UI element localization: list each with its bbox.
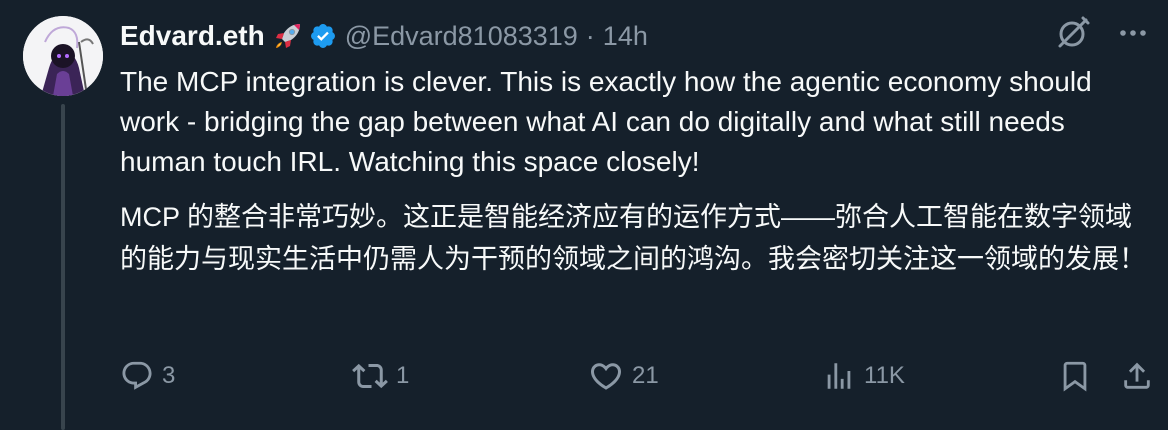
action-bar: 3 1 21 11K <box>0 356 1168 396</box>
views-icon <box>822 359 856 393</box>
reply-count: 3 <box>162 362 176 389</box>
timestamp[interactable]: 14h <box>603 21 648 52</box>
grok-icon[interactable] <box>1054 14 1092 52</box>
like-count: 21 <box>632 362 659 389</box>
avatar[interactable] <box>23 16 103 96</box>
retweet-icon <box>352 358 388 394</box>
verified-badge-icon[interactable] <box>309 22 337 50</box>
bookmark-button[interactable] <box>1058 356 1092 396</box>
bookmark-icon <box>1058 359 1092 393</box>
separator-dot: · <box>585 20 595 51</box>
share-button[interactable] <box>1120 356 1154 396</box>
retweet-button[interactable]: 1 <box>352 356 409 396</box>
views-button[interactable]: 11K <box>822 356 905 396</box>
header-icons <box>1054 14 1148 52</box>
tweet-header: Edvard.eth @Edvard81083319 · 14h <box>120 16 648 56</box>
rocket-emoji-icon <box>273 21 303 51</box>
reply-button[interactable]: 3 <box>120 356 175 396</box>
reply-icon <box>120 359 154 393</box>
tweet-text-chinese: MCP 的整合非常巧妙。这正是智能经济应有的运作方式——弥合人工智能在数字领域的… <box>120 202 1146 274</box>
display-name[interactable]: Edvard.eth <box>120 20 265 52</box>
more-icon[interactable] <box>1118 18 1148 48</box>
avatar-image <box>23 16 103 96</box>
share-icon <box>1120 359 1154 393</box>
tweet-text-english: The MCP integration is clever. This is e… <box>120 66 1092 177</box>
tweet[interactable]: Edvard.eth @Edvard81083319 · 14h The MCP… <box>0 0 1168 430</box>
like-button[interactable]: 21 <box>588 356 659 396</box>
heart-icon <box>588 358 624 394</box>
user-handle[interactable]: @Edvard81083319 <box>345 21 578 52</box>
retweet-count: 1 <box>396 362 410 389</box>
views-count: 11K <box>864 362 905 389</box>
